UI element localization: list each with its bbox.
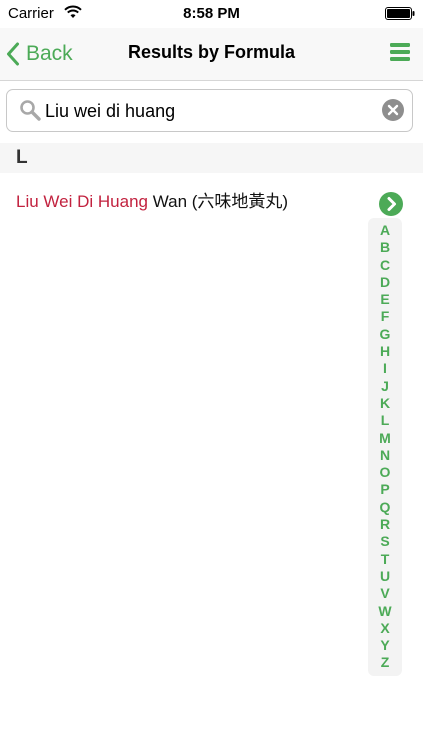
result-label: Liu Wei Di Huang Wan (六味地黃丸): [16, 187, 288, 212]
navigation-bar: Back Results by Formula: [0, 28, 423, 81]
index-letter-s[interactable]: S: [368, 533, 402, 550]
alphabet-index-list: ABCDEFGHIJKLMNOPQRSTUVWXYZ: [368, 222, 402, 672]
index-letter-o[interactable]: O: [368, 464, 402, 481]
alphabet-index: ABCDEFGHIJKLMNOPQRSTUVWXYZ: [368, 218, 402, 676]
index-letter-k[interactable]: K: [368, 395, 402, 412]
index-letter-i[interactable]: I: [368, 360, 402, 377]
index-letter-w[interactable]: W: [368, 603, 402, 620]
index-letter-e[interactable]: E: [368, 291, 402, 308]
result-match-text: Liu Wei Di Huang: [16, 192, 148, 211]
magnifier-icon: [20, 100, 41, 121]
chevron-right-circle-icon[interactable]: [379, 192, 403, 216]
index-letter-t[interactable]: T: [368, 551, 402, 568]
index-letter-c[interactable]: C: [368, 257, 402, 274]
index-letter-n[interactable]: N: [368, 447, 402, 464]
index-letter-b[interactable]: B: [368, 239, 402, 256]
index-letter-p[interactable]: P: [368, 481, 402, 498]
app-screen: Carrier 8:58 PM Back Results by Formula: [0, 0, 423, 750]
index-letter-r[interactable]: R: [368, 516, 402, 533]
index-letter-v[interactable]: V: [368, 585, 402, 602]
index-letter-h[interactable]: H: [368, 343, 402, 360]
index-letter-a[interactable]: A: [368, 222, 402, 239]
index-letter-d[interactable]: D: [368, 274, 402, 291]
index-letter-y[interactable]: Y: [368, 637, 402, 654]
section-header: L: [0, 143, 423, 173]
index-letter-m[interactable]: M: [368, 430, 402, 447]
result-rest-text: Wan (六味地黃丸): [147, 192, 289, 211]
page-title: Results by Formula: [127, 42, 296, 62]
index-letter-u[interactable]: U: [368, 568, 402, 585]
section-letter: L: [16, 147, 28, 168]
hamburger-menu-icon[interactable]: [389, 41, 411, 63]
status-bar: Carrier 8:58 PM: [0, 0, 423, 28]
index-letter-x[interactable]: X: [368, 620, 402, 637]
index-letter-z[interactable]: Z: [368, 654, 402, 671]
search-bar: [0, 81, 423, 143]
index-letter-q[interactable]: Q: [368, 499, 402, 516]
index-letter-g[interactable]: G: [368, 326, 402, 343]
result-row[interactable]: Liu Wei Di Huang Wan (六味地黃丸): [0, 175, 365, 219]
index-letter-j[interactable]: J: [368, 378, 402, 395]
clear-x-icon[interactable]: [382, 99, 404, 121]
search-input[interactable]: [45, 96, 365, 126]
index-letter-f[interactable]: F: [368, 308, 402, 325]
battery-icon: [385, 7, 415, 20]
status-time: 8:58 PM: [183, 5, 240, 22]
search-box[interactable]: [6, 89, 413, 132]
index-letter-l[interactable]: L: [368, 412, 402, 429]
